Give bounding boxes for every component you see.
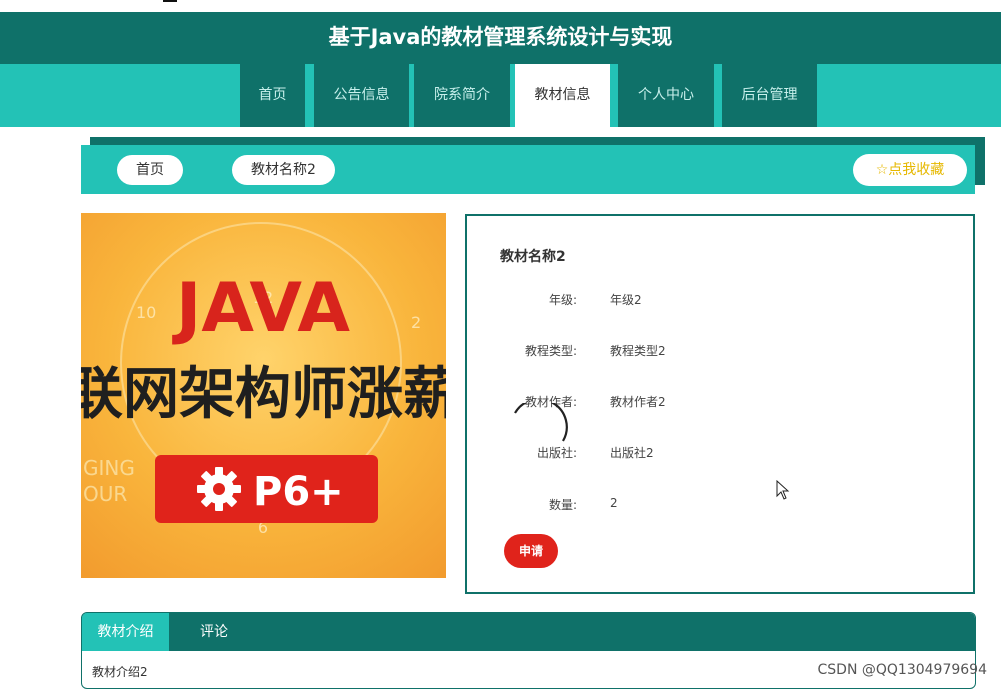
- breadcrumb-current: 教材名称2: [232, 155, 335, 185]
- star-outline-icon: ☆: [875, 162, 889, 178]
- svg-text:2: 2: [411, 313, 421, 332]
- cover-title: JAVA: [172, 269, 350, 348]
- favorite-button[interactable]: ☆点我收藏: [853, 154, 967, 186]
- nav-item-admin[interactable]: 后台管理: [722, 64, 817, 127]
- gear-icon: [197, 467, 241, 511]
- detail-value-publisher: 出版社2: [610, 446, 654, 460]
- loading-spinner-icon: [514, 403, 568, 442]
- nav-item-textbooks[interactable]: 教材信息: [515, 64, 610, 127]
- nav-item-profile[interactable]: 个人中心: [618, 64, 714, 127]
- site-header: 基于Java的教材管理系统设计与实现: [0, 12, 1001, 64]
- nav-item-home[interactable]: 首页: [240, 64, 305, 127]
- tab-introduction[interactable]: 教材介绍: [82, 613, 169, 651]
- textbook-cover-image: 12 10 2 6 JAVA 联网架构师涨薪 GING OUR P6+: [81, 213, 446, 578]
- svg-text:10: 10: [136, 303, 156, 322]
- favorite-label: 点我收藏: [888, 162, 945, 178]
- detail-title: 教材名称2: [500, 249, 566, 265]
- cover-artwork: 12 10 2 6 JAVA 联网架构师涨薪 GING OUR P6+: [81, 222, 446, 537]
- site-title: 基于Java的教材管理系统设计与实现: [328, 25, 673, 49]
- svg-text:OUR: OUR: [83, 482, 127, 506]
- breadcrumb-home[interactable]: 首页: [117, 155, 183, 185]
- csdn-watermark: CSDN @QQ1304979694: [817, 662, 987, 678]
- detail-value-quantity: 2: [610, 496, 618, 510]
- svg-text:GING: GING: [83, 456, 135, 480]
- mouse-cursor-icon: [776, 480, 790, 500]
- detail-label-quantity: 数量:: [548, 498, 577, 512]
- page: 基于Java的教材管理系统设计与实现 首页 公告信息 院系简介 教材信息 个人中…: [0, 0, 1001, 689]
- breadcrumb: 首页 教材名称2 ☆点我收藏: [81, 145, 975, 194]
- detail-label-course-type: 教程类型:: [524, 344, 577, 358]
- tab-content-introduction: 教材介绍2: [92, 665, 148, 679]
- cursor-caret: [163, 0, 177, 2]
- detail-value-author: 教材作者2: [610, 395, 666, 409]
- tab-comments[interactable]: 评论: [179, 613, 249, 651]
- nav-item-department[interactable]: 院系简介: [414, 64, 510, 127]
- cover-subtitle: 联网架构师涨薪: [81, 362, 446, 427]
- nav-item-announcements[interactable]: 公告信息: [314, 64, 409, 127]
- apply-button[interactable]: 申请: [504, 534, 558, 568]
- detail-value-grade: 年级2: [610, 293, 642, 307]
- cover-badge: P6+: [253, 469, 344, 515]
- tabs-header: 教材介绍 评论: [82, 613, 975, 651]
- detail-label-grade: 年级:: [548, 293, 577, 307]
- textbook-detail-panel: 教材名称2 年级: 年级2 教程类型: 教程类型2 教材作者: 教材作者2 出版…: [465, 214, 975, 594]
- main-nav: 首页 公告信息 院系简介 教材信息 个人中心 后台管理: [0, 64, 1001, 127]
- detail-value-course-type: 教程类型2: [610, 344, 666, 358]
